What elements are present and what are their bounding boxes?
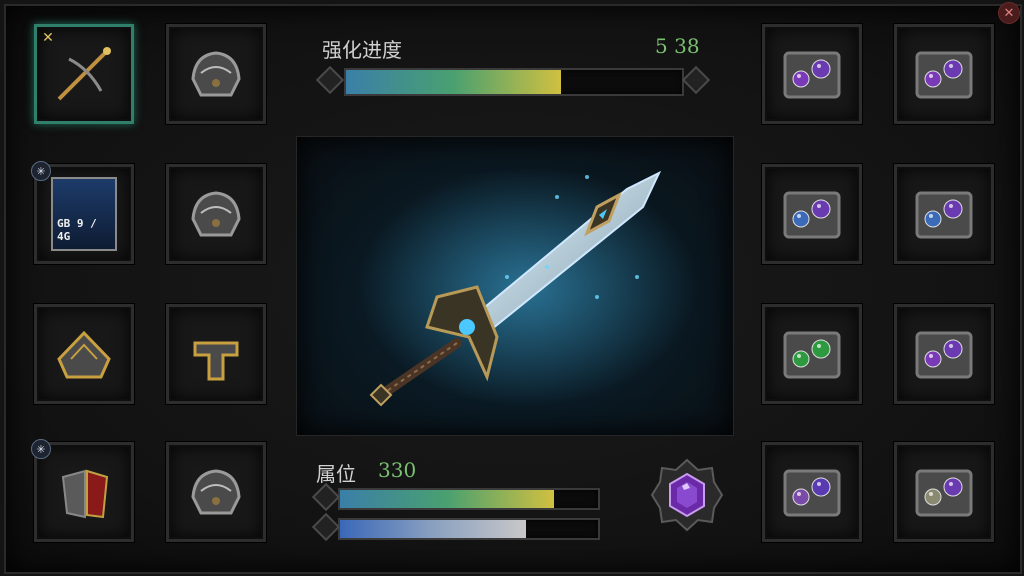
gem-box-icon — [783, 191, 841, 239]
enhance-count-current: 5 — [655, 34, 668, 58]
gem-socket[interactable] — [650, 458, 724, 532]
gem-box-icon — [915, 51, 973, 99]
slot-badge-icon: ✳ — [31, 161, 51, 181]
equipment-slot-gold-leg-armor[interactable] — [166, 304, 266, 404]
amethyst-gem-icon — [650, 458, 724, 532]
equipment-slot-pauldron-armor[interactable] — [166, 442, 266, 542]
attribute-bar-secondary-fill — [340, 520, 526, 538]
gem-box-icon — [783, 469, 841, 517]
red-cape-armor-icon — [61, 469, 109, 519]
equipment-slot-pauldron-armor[interactable] — [166, 24, 266, 124]
pauldron-armor-icon — [191, 51, 241, 97]
equipment-slot-red-cape-armor[interactable]: ✳ — [31, 439, 134, 542]
enhance-progress-label: 强化进度 — [322, 38, 402, 62]
attribute-bar-secondary — [338, 518, 600, 540]
gem-box-icon — [915, 191, 973, 239]
gem-box-icon — [783, 331, 841, 379]
material-slot[interactable] — [894, 442, 994, 542]
gem-box-icon — [915, 331, 973, 379]
gold-chest-armor-icon — [57, 330, 111, 379]
equipment-slot-gold-chest-armor[interactable] — [34, 304, 134, 404]
material-slot[interactable] — [762, 442, 862, 542]
weapon-card-icon: GB 9 / 4G — [51, 177, 117, 251]
crossbow-icon — [57, 47, 111, 101]
equipment-slot-pauldron-armor[interactable] — [166, 164, 266, 264]
card-code-label: GB 9 / 4G — [57, 217, 97, 243]
material-slot[interactable] — [894, 24, 994, 124]
gold-leg-armor-icon — [193, 341, 239, 381]
material-slot[interactable] — [762, 164, 862, 264]
enhance-count-total: 38 — [674, 34, 700, 58]
close-button[interactable]: ✕ — [998, 2, 1020, 24]
enhance-progress-bar — [344, 68, 684, 96]
attribute-bar-primary — [338, 488, 600, 510]
material-slot[interactable] — [894, 304, 994, 404]
pauldron-armor-icon — [191, 469, 241, 515]
slot-badge-icon: ✳ — [31, 439, 51, 459]
material-slot[interactable] — [762, 24, 862, 124]
material-slot[interactable] — [762, 304, 862, 404]
attribute-value: 330 — [378, 458, 417, 482]
attribute-label: 属位 — [316, 462, 356, 486]
pauldron-armor-icon — [191, 191, 241, 237]
sword-art — [357, 167, 697, 407]
close-icon: ✕ — [1003, 5, 1015, 21]
gem-box-icon — [783, 51, 841, 99]
equipment-slot-crossbow[interactable]: ✕ — [34, 24, 134, 124]
material-slot[interactable] — [894, 164, 994, 264]
enhance-progress-fill — [346, 70, 562, 94]
equipment-slot-weapon-card[interactable]: ✳ GB 9 / 4G — [31, 161, 134, 264]
slot-badge-icon: ✕ — [42, 30, 54, 46]
weapon-preview — [296, 136, 734, 436]
enhance-count: 5 38 — [655, 34, 700, 58]
attribute-bar-primary-fill — [340, 490, 555, 508]
gem-box-icon — [915, 469, 973, 517]
